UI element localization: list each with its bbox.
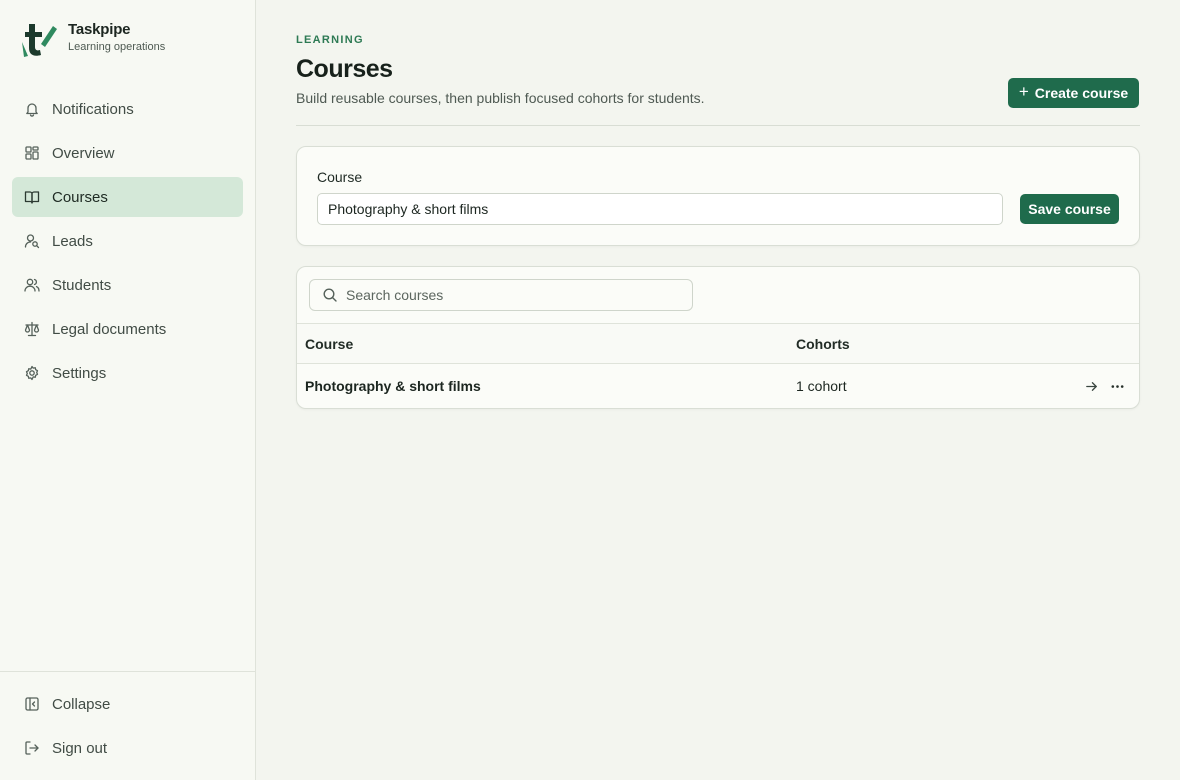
sidebar-item-label: Courses [52, 188, 108, 206]
section-eyebrow: LEARNING [296, 34, 364, 46]
search-input[interactable] [346, 287, 686, 303]
more-actions-button[interactable] [1106, 375, 1128, 397]
sign-out-icon [24, 740, 40, 756]
course-form-card: Course Save course [296, 146, 1140, 246]
collapse-label: Collapse [52, 695, 111, 713]
course-name-input[interactable] [317, 193, 1003, 225]
sidebar-nav: Notifications Overview Courses Leads Stu… [12, 89, 243, 397]
gear-icon [24, 365, 40, 381]
course-name-cell: Photography & short films [305, 378, 481, 394]
header-divider [296, 125, 1140, 126]
sidebar-item-label: Notifications [52, 100, 134, 118]
bell-icon [24, 101, 40, 117]
sidebar: Taskpipe Learning operations Notificatio… [0, 0, 256, 780]
arrow-right-icon [1085, 381, 1097, 391]
course-field-label: Course [317, 169, 363, 185]
brand-subtitle: Learning operations [68, 41, 166, 53]
sidebar-item-notifications[interactable]: Notifications [12, 89, 243, 129]
sidebar-footer: Collapse Sign out [0, 671, 255, 772]
table-header: Course Cohorts [297, 323, 1139, 364]
sidebar-item-settings[interactable]: Settings [12, 353, 243, 393]
open-course-button[interactable] [1080, 375, 1102, 397]
column-header-course: Course [305, 336, 354, 352]
column-header-cohorts: Cohorts [796, 336, 850, 352]
grid-icon [24, 145, 40, 161]
sidebar-item-leads[interactable]: Leads [12, 221, 243, 261]
sidebar-item-label: Students [52, 276, 112, 294]
book-icon [24, 189, 40, 205]
brand-name: Taskpipe [68, 21, 131, 38]
page-title: Courses [296, 55, 393, 83]
create-course-button[interactable]: + Create course [1008, 78, 1139, 108]
plus-icon: + [1018, 82, 1029, 101]
sidebar-item-label: Overview [52, 144, 115, 162]
more-horizontal-icon [1111, 384, 1123, 388]
table-row[interactable]: Photography & short films 1 cohort [297, 364, 1139, 408]
sidebar-item-students[interactable]: Students [12, 265, 243, 305]
brand: Taskpipe Learning operations [20, 20, 165, 58]
scale-icon [24, 321, 40, 337]
sidebar-item-overview[interactable]: Overview [12, 133, 243, 173]
taskpipe-logo [22, 24, 57, 57]
search-box[interactable] [309, 279, 693, 311]
create-course-label: Create course [1034, 85, 1129, 101]
collapse-button[interactable]: Collapse [12, 684, 243, 724]
users-icon [24, 277, 40, 293]
user-search-icon [24, 233, 40, 249]
sidebar-item-label: Settings [52, 364, 107, 382]
courses-table-card: Course Cohorts Photography & short films… [296, 266, 1140, 409]
cohorts-cell: 1 cohort [796, 378, 847, 394]
sidebar-item-legal-documents[interactable]: Legal documents [12, 309, 243, 349]
save-course-button[interactable]: Save course [1020, 194, 1119, 224]
sign-out-button[interactable]: Sign out [12, 728, 243, 768]
search-icon [322, 287, 338, 303]
sidebar-item-label: Leads [52, 232, 93, 250]
collapse-icon [24, 696, 40, 712]
sign-out-label: Sign out [52, 739, 108, 757]
page-subtitle: Build reusable courses, then publish foc… [296, 90, 705, 106]
sidebar-item-label: Legal documents [52, 320, 167, 338]
sidebar-item-courses[interactable]: Courses [12, 177, 243, 217]
